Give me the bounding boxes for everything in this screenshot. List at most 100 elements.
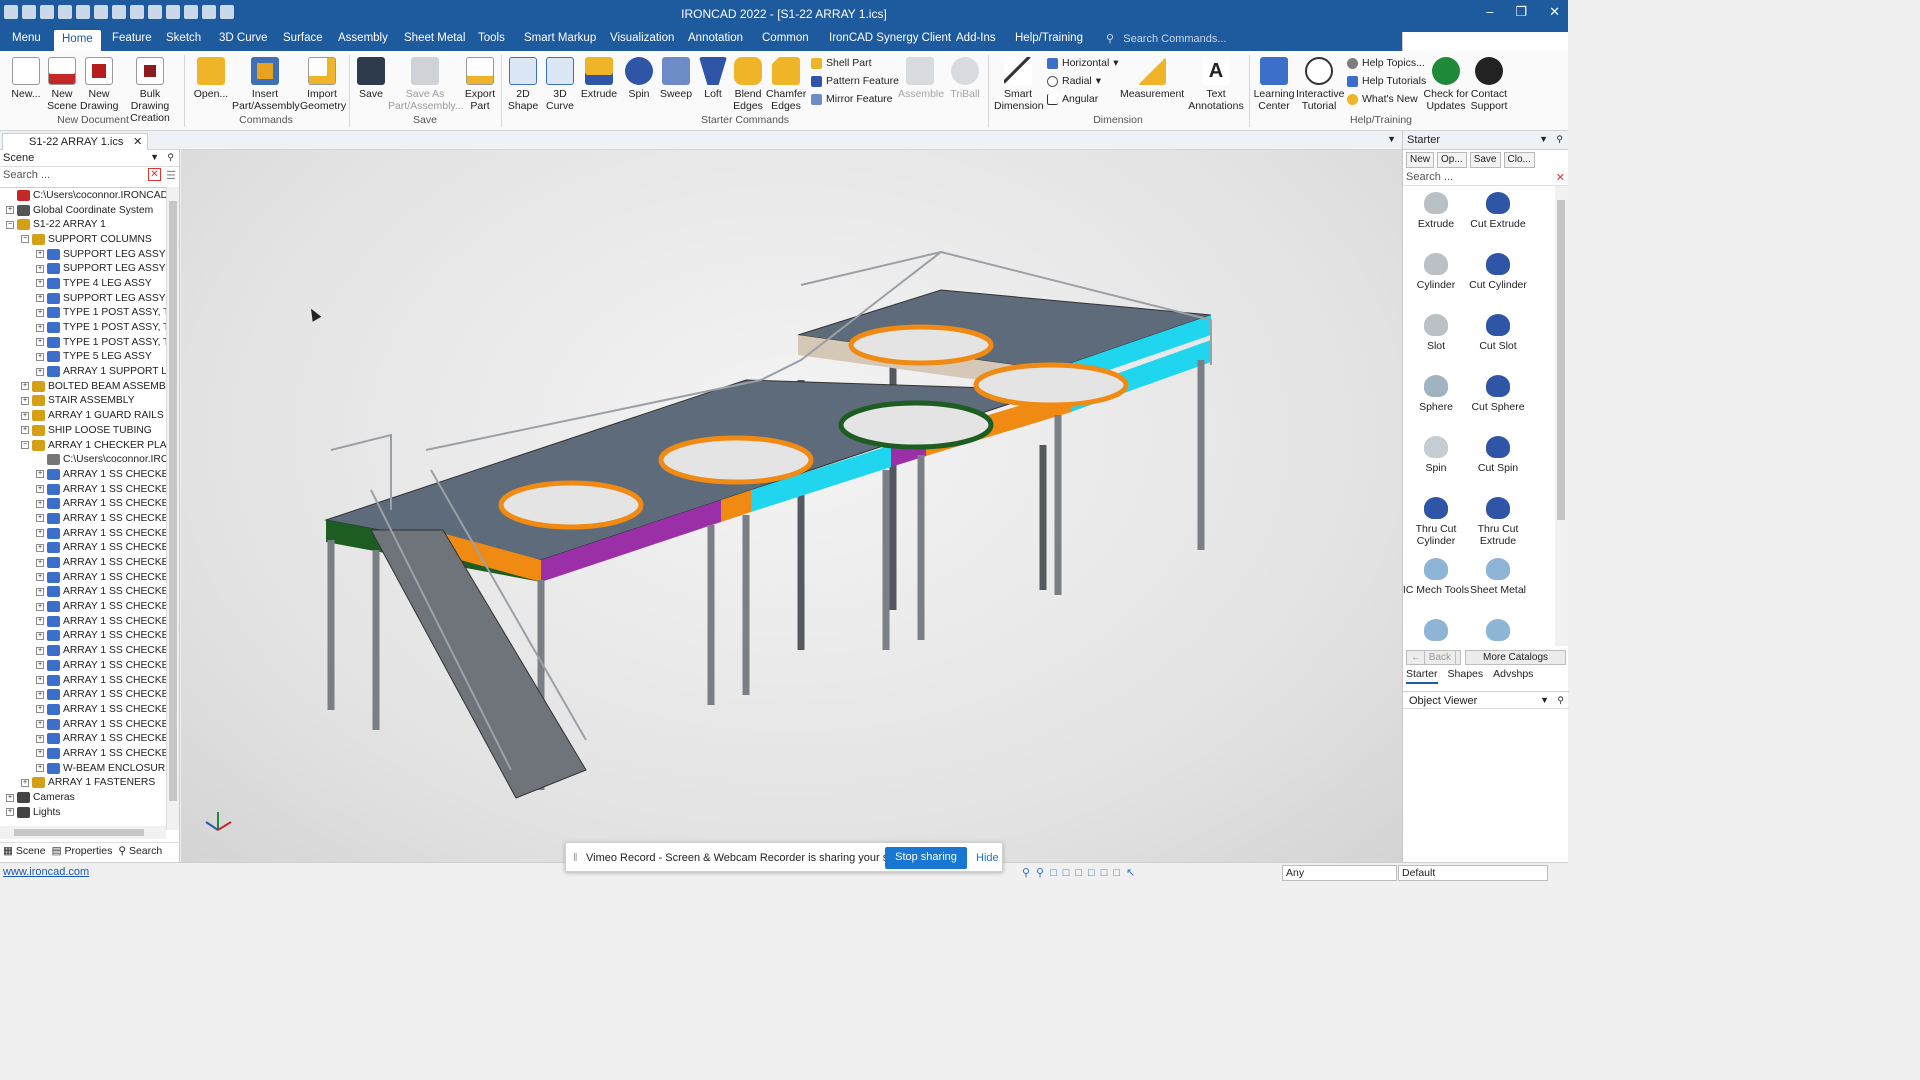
radial-dimension-button[interactable]: Radial ▾	[1047, 75, 1101, 87]
catalog-item[interactable]: Extrude	[1403, 192, 1471, 230]
expand-toggle-icon[interactable]: +	[36, 264, 44, 273]
expand-toggle-icon[interactable]: −	[21, 235, 29, 244]
tree-node[interactable]: + W-BEAM ENCLOSURE	[0, 761, 166, 776]
expand-toggle-icon[interactable]: +	[36, 514, 44, 523]
tab-synergy-client[interactable]: IronCAD Synergy Client	[829, 32, 951, 44]
tab-sketch[interactable]: Sketch	[166, 32, 201, 44]
mirror-feature-button[interactable]: Mirror Feature	[811, 93, 893, 105]
tree-node[interactable]: + ARRAY 1 SS CHECKER	[0, 482, 166, 497]
expand-toggle-icon[interactable]: +	[36, 250, 44, 259]
catalog-item[interactable]: Cut Extrude	[1463, 192, 1533, 230]
import-geometry-button[interactable]: Import Geometry	[300, 57, 346, 112]
tree-node[interactable]: + Lights	[0, 805, 166, 820]
pattern-feature-button[interactable]: Pattern Feature	[811, 75, 899, 87]
measurement-button[interactable]: Measurement	[1120, 57, 1184, 100]
save-button[interactable]: Save	[356, 57, 386, 100]
hide-button[interactable]: Hide	[976, 852, 999, 864]
more-catalogs-button[interactable]: More Catalogs	[1465, 650, 1566, 665]
tree-node[interactable]: + TYPE 1 POST ASSY, TAI	[0, 306, 166, 321]
expand-toggle-icon[interactable]: +	[36, 573, 44, 582]
search-commands-input[interactable]: ⚲ Search Commands...	[1106, 32, 1227, 45]
catalog-new-button[interactable]: New	[1406, 152, 1435, 168]
tab-feature[interactable]: Feature	[112, 32, 152, 44]
text-annotations-button[interactable]: A Text Annotations	[1188, 57, 1244, 112]
back-button[interactable]: ← Back	[1406, 650, 1462, 665]
tab-sheet-metal[interactable]: Sheet Metal	[404, 32, 465, 44]
dropdown-arrow-icon[interactable]: ▼	[1539, 134, 1548, 144]
expand-toggle-icon[interactable]: +	[36, 558, 44, 567]
tree-node[interactable]: + SUPPORT LEG ASSY	[0, 291, 166, 306]
expand-toggle-icon[interactable]: +	[21, 426, 29, 435]
tree-node[interactable]: + TYPE 1 POST ASSY, TAI	[0, 335, 166, 350]
tree-node[interactable]: + ARRAY 1 GUARD RAILS	[0, 408, 166, 423]
expand-toggle-icon[interactable]: +	[36, 367, 44, 376]
tab-visualization[interactable]: Visualization	[610, 32, 674, 44]
expand-toggle-icon[interactable]: +	[36, 529, 44, 538]
insert-part-assembly-button[interactable]: Insert Part/Assembly	[232, 57, 300, 112]
tree-node[interactable]: + ARRAY 1 SS CHECKER	[0, 702, 166, 717]
ironcad-link[interactable]: www.ironcad.com	[3, 866, 89, 878]
tree-node[interactable]: + ARRAY 1 SS CHECKER	[0, 496, 166, 511]
tree-node[interactable]: + ARRAY 1 SS CHECKER	[0, 570, 166, 585]
tree-node[interactable]: + ARRAY 1 SS CHECKER	[0, 629, 166, 644]
tab-tools[interactable]: Tools	[478, 32, 505, 44]
check-for-updates-button[interactable]: Check for Updates	[1422, 57, 1470, 112]
expand-toggle-icon[interactable]: +	[36, 543, 44, 552]
tree-node[interactable]: + ARRAY 1 SS CHECKER	[0, 526, 166, 541]
expand-toggle-icon[interactable]: +	[36, 602, 44, 611]
loft-button[interactable]: Loft	[698, 57, 728, 100]
tree-horizontal-scrollbar[interactable]	[0, 826, 166, 839]
catalog-scrollbar[interactable]	[1555, 186, 1568, 646]
expand-toggle-icon[interactable]: +	[36, 352, 44, 361]
horizontal-dimension-button[interactable]: Horizontal ▾	[1047, 57, 1119, 69]
tree-node[interactable]: + ARRAY 1 SUPPORT LEG	[0, 364, 166, 379]
help-tutorials-button[interactable]: Help Tutorials	[1347, 75, 1426, 87]
whats-new-button[interactable]: What's New	[1347, 93, 1418, 105]
tree-node[interactable]: + ARRAY 1 SS CHECKER	[0, 731, 166, 746]
catalog-item[interactable]	[1463, 619, 1533, 645]
clear-search-icon[interactable]: ✕	[1556, 171, 1565, 184]
tree-node[interactable]: + SUPPORT LEG ASSY	[0, 261, 166, 276]
catalog-item[interactable]: Cut Slot	[1463, 314, 1533, 352]
tab-starter[interactable]: Starter	[1406, 668, 1438, 684]
close-icon[interactable]: ✕	[1549, 4, 1560, 20]
catalog-item[interactable]: Thru Cut Extrude	[1463, 497, 1533, 547]
expand-toggle-icon[interactable]: +	[36, 470, 44, 479]
open-button[interactable]: Open...	[192, 57, 230, 100]
expand-toggle-icon[interactable]: +	[6, 808, 14, 817]
expand-toggle-icon[interactable]: +	[6, 793, 14, 802]
expand-toggle-icon[interactable]: +	[36, 631, 44, 640]
tab-menu-arrow-icon[interactable]: ▼	[1387, 134, 1396, 144]
spin-button[interactable]: Spin	[622, 57, 656, 100]
platform-model[interactable]	[181, 150, 1402, 862]
expand-toggle-icon[interactable]: +	[36, 587, 44, 596]
scene-search-input[interactable]: Search ... ✕ ☰	[0, 167, 179, 185]
smart-dimension-button[interactable]: Smart Dimension	[994, 57, 1044, 112]
tree-node[interactable]: + ARRAY 1 SS CHECKER	[0, 555, 166, 570]
catalog-item[interactable]: Thru Cut Cylinder	[1403, 497, 1471, 547]
new-button[interactable]: New...	[8, 57, 44, 100]
tab-advshps[interactable]: Advshps	[1493, 668, 1533, 684]
expand-toggle-icon[interactable]: +	[36, 749, 44, 758]
tab-search[interactable]: ⚲ Search	[118, 845, 162, 860]
tree-node[interactable]: + ARRAY 1 SS CHECKER	[0, 511, 166, 526]
tree-node[interactable]: + STAIR ASSEMBLY	[0, 394, 166, 409]
expand-toggle-icon[interactable]: +	[21, 382, 29, 391]
new-drawing-button[interactable]: New Drawing	[80, 57, 119, 112]
interactive-tutorial-button[interactable]: Interactive Tutorial	[1296, 57, 1344, 112]
scrollbar-thumb[interactable]	[1557, 200, 1565, 520]
tree-node[interactable]: + ARRAY 1 SS CHECKER	[0, 673, 166, 688]
tree-node[interactable]: − S1-22 ARRAY 1	[0, 217, 166, 232]
catalog-save-button[interactable]: Save	[1469, 152, 1501, 168]
tree-node[interactable]: + ARRAY 1 SS CHECKER	[0, 746, 166, 761]
expand-toggle-icon[interactable]: +	[36, 338, 44, 347]
expand-toggle-icon[interactable]: +	[36, 734, 44, 743]
minimize-icon[interactable]: –	[1486, 4, 1493, 20]
catalog-search-input[interactable]: Search ... ✕	[1403, 170, 1568, 186]
tab-common[interactable]: Common	[762, 32, 809, 44]
tree-node[interactable]: + Global Coordinate System	[0, 203, 166, 218]
expand-toggle-icon[interactable]: +	[21, 778, 29, 787]
help-topics-button[interactable]: Help Topics...	[1347, 57, 1425, 69]
filter-icon[interactable]: ☰	[166, 169, 176, 182]
expand-toggle-icon[interactable]: +	[36, 323, 44, 332]
